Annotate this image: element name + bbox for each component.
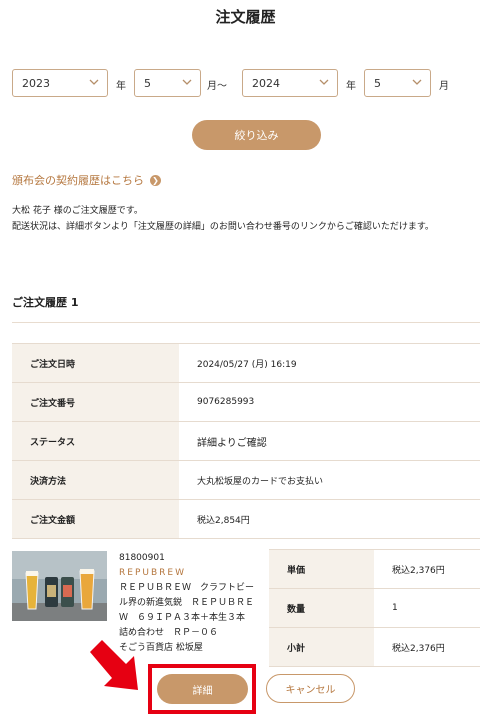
product-name-line: ル界の新進気鋭 ＲＥＰＵＢＲＥ: [119, 598, 255, 608]
order-date-value: 2024/05/27 (月) 16:19: [179, 343, 480, 383]
to-month-value: 5: [374, 76, 381, 90]
to-year-select[interactable]: 2024: [242, 69, 338, 97]
table-row: ご注文金額 税込2,854円: [12, 499, 480, 539]
subtotal-label: 小計: [269, 627, 374, 667]
subscription-history-link[interactable]: 頒布会の契約履歴はこちら ❯: [12, 172, 161, 188]
filter-submit-button[interactable]: 絞り込み: [192, 120, 321, 150]
quantity-value: 1: [374, 588, 480, 628]
to-year-value: 2024: [252, 76, 280, 90]
order-heading: ご注文履歴 1: [12, 296, 79, 309]
from-month-value: 5: [144, 76, 151, 90]
month-range-label: 月～: [207, 81, 227, 92]
order-total-label: ご注文金額: [12, 499, 179, 539]
order-total-value: 税込2,854円: [179, 499, 480, 539]
chevron-down-icon: [319, 79, 329, 85]
table-row: 小計 税込2,376円: [269, 627, 480, 667]
table-row: ステータス 詳細よりご確認: [12, 421, 480, 461]
order-info-table: ご注文日時 2024/05/27 (月) 16:19 ご注文番号 9076285…: [12, 343, 480, 539]
year-unit-label: 年: [116, 81, 126, 92]
chevron-down-icon: [182, 79, 192, 85]
table-row: ご注文日時 2024/05/27 (月) 16:19: [12, 343, 480, 383]
highlight-box: [148, 664, 256, 714]
subtotal-value: 税込2,376円: [374, 627, 480, 667]
to-month-select[interactable]: 5: [364, 69, 431, 97]
product-name-line: ＲＥＰＵＢＲＥＷ クラフトビー: [119, 583, 255, 593]
chevron-right-circle-icon: ❯: [150, 174, 161, 186]
quantity-label: 数量: [269, 588, 374, 628]
product-brand: REPUBREW: [119, 568, 186, 578]
subscription-link-label: 頒布会の契約履歴はこちら: [12, 174, 144, 187]
order-number-value: 9076285993: [179, 382, 480, 422]
table-row: 決済方法 大丸松坂屋のカードでお支払い: [12, 460, 480, 500]
order-date-label: ご注文日時: [12, 343, 179, 383]
status-label: ステータス: [12, 421, 179, 461]
delivery-note: 配送状況は、詳細ボタンより「注文履歴の詳細」のお問い合わせ番号のリンクからご確認…: [12, 222, 434, 232]
year-unit-label: 年: [346, 81, 356, 92]
page-title: 注文履歴: [215, 8, 276, 26]
table-row: 数量 1: [269, 588, 480, 628]
cancel-button[interactable]: キャンセル: [266, 674, 355, 703]
unit-price-value: 税込2,376円: [374, 549, 480, 589]
highlight-arrow-icon: [90, 640, 138, 690]
table-row: ご注文番号 9076285993: [12, 382, 480, 422]
from-year-value: 2023: [22, 76, 50, 90]
from-month-select[interactable]: 5: [134, 69, 201, 97]
product-code: 81800901: [119, 553, 165, 563]
payment-method-value: 大丸松坂屋のカードでお支払い: [179, 460, 480, 500]
unit-price-label: 単価: [269, 549, 374, 589]
month-unit-label: 月: [439, 81, 449, 92]
table-row: 単価 税込2,376円: [269, 549, 480, 589]
greeting-text: 大松 花子 様のご注文履歴です。: [12, 206, 143, 216]
status-value: 詳細よりご確認: [179, 421, 480, 461]
beer-set-illustration: [12, 551, 107, 621]
product-image[interactable]: [12, 551, 107, 621]
product-name-line: Ｗ ６９ＩＰＡ３本＋本生３本: [119, 613, 246, 623]
from-year-select[interactable]: 2023: [12, 69, 108, 97]
payment-method-label: 決済方法: [12, 460, 179, 500]
chevron-down-icon: [412, 79, 422, 85]
price-table: 単価 税込2,376円 数量 1 小計 税込2,376円: [269, 549, 480, 667]
order-number-label: ご注文番号: [12, 382, 179, 422]
chevron-down-icon: [89, 79, 99, 85]
divider: [12, 322, 480, 323]
